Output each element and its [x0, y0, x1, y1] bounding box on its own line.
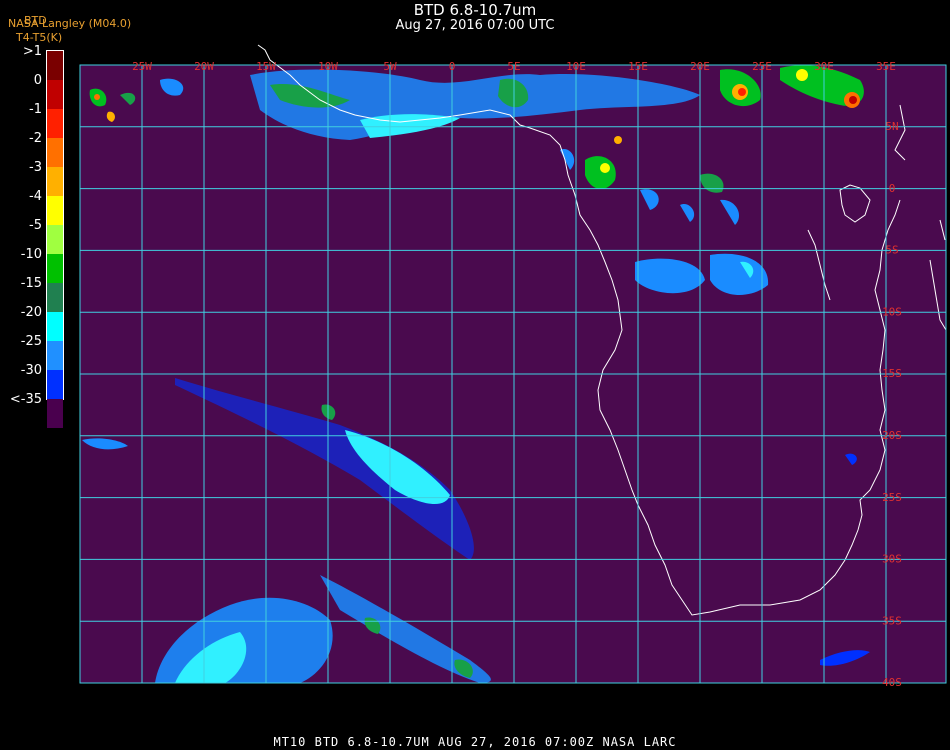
latitude-label: 15S: [882, 367, 902, 380]
longitude-label: 5W: [383, 60, 397, 73]
latitude-label: 0: [889, 182, 896, 195]
longitude-label: 10E: [566, 60, 586, 73]
latitude-label: 30S: [882, 553, 902, 566]
latitude-label: 25S: [882, 491, 902, 504]
longitude-label: 10W: [318, 60, 338, 73]
longitude-label: 15W: [256, 60, 276, 73]
latitude-label: 5S: [885, 244, 898, 257]
latitude-label: 10S: [882, 305, 902, 318]
longitude-label: 25W: [132, 60, 152, 73]
satellite-map: 25W 20W 15W 10W 5W 0 5E 10E 15E 20E 25E 30E 35E 5N 0 5S…: [79, 44, 947, 689]
latitude-label: 5N: [885, 120, 898, 133]
longitude-label: 35E: [876, 60, 896, 73]
longitude-label: 20W: [194, 60, 214, 73]
longitude-label: 15E: [628, 60, 648, 73]
latitude-label: 35S: [882, 614, 902, 627]
latitude-label: 40S: [882, 676, 902, 689]
longitude-label: 0: [449, 60, 456, 73]
longitude-label: 30E: [814, 60, 834, 73]
latitude-label: 20S: [882, 429, 902, 442]
footer-caption: MT10 BTD 6.8-10.7UM AUG 27, 2016 07:00Z …: [273, 735, 677, 749]
longitude-label: 5E: [507, 60, 520, 73]
longitude-label: 25E: [752, 60, 772, 73]
longitude-label: 20E: [690, 60, 710, 73]
